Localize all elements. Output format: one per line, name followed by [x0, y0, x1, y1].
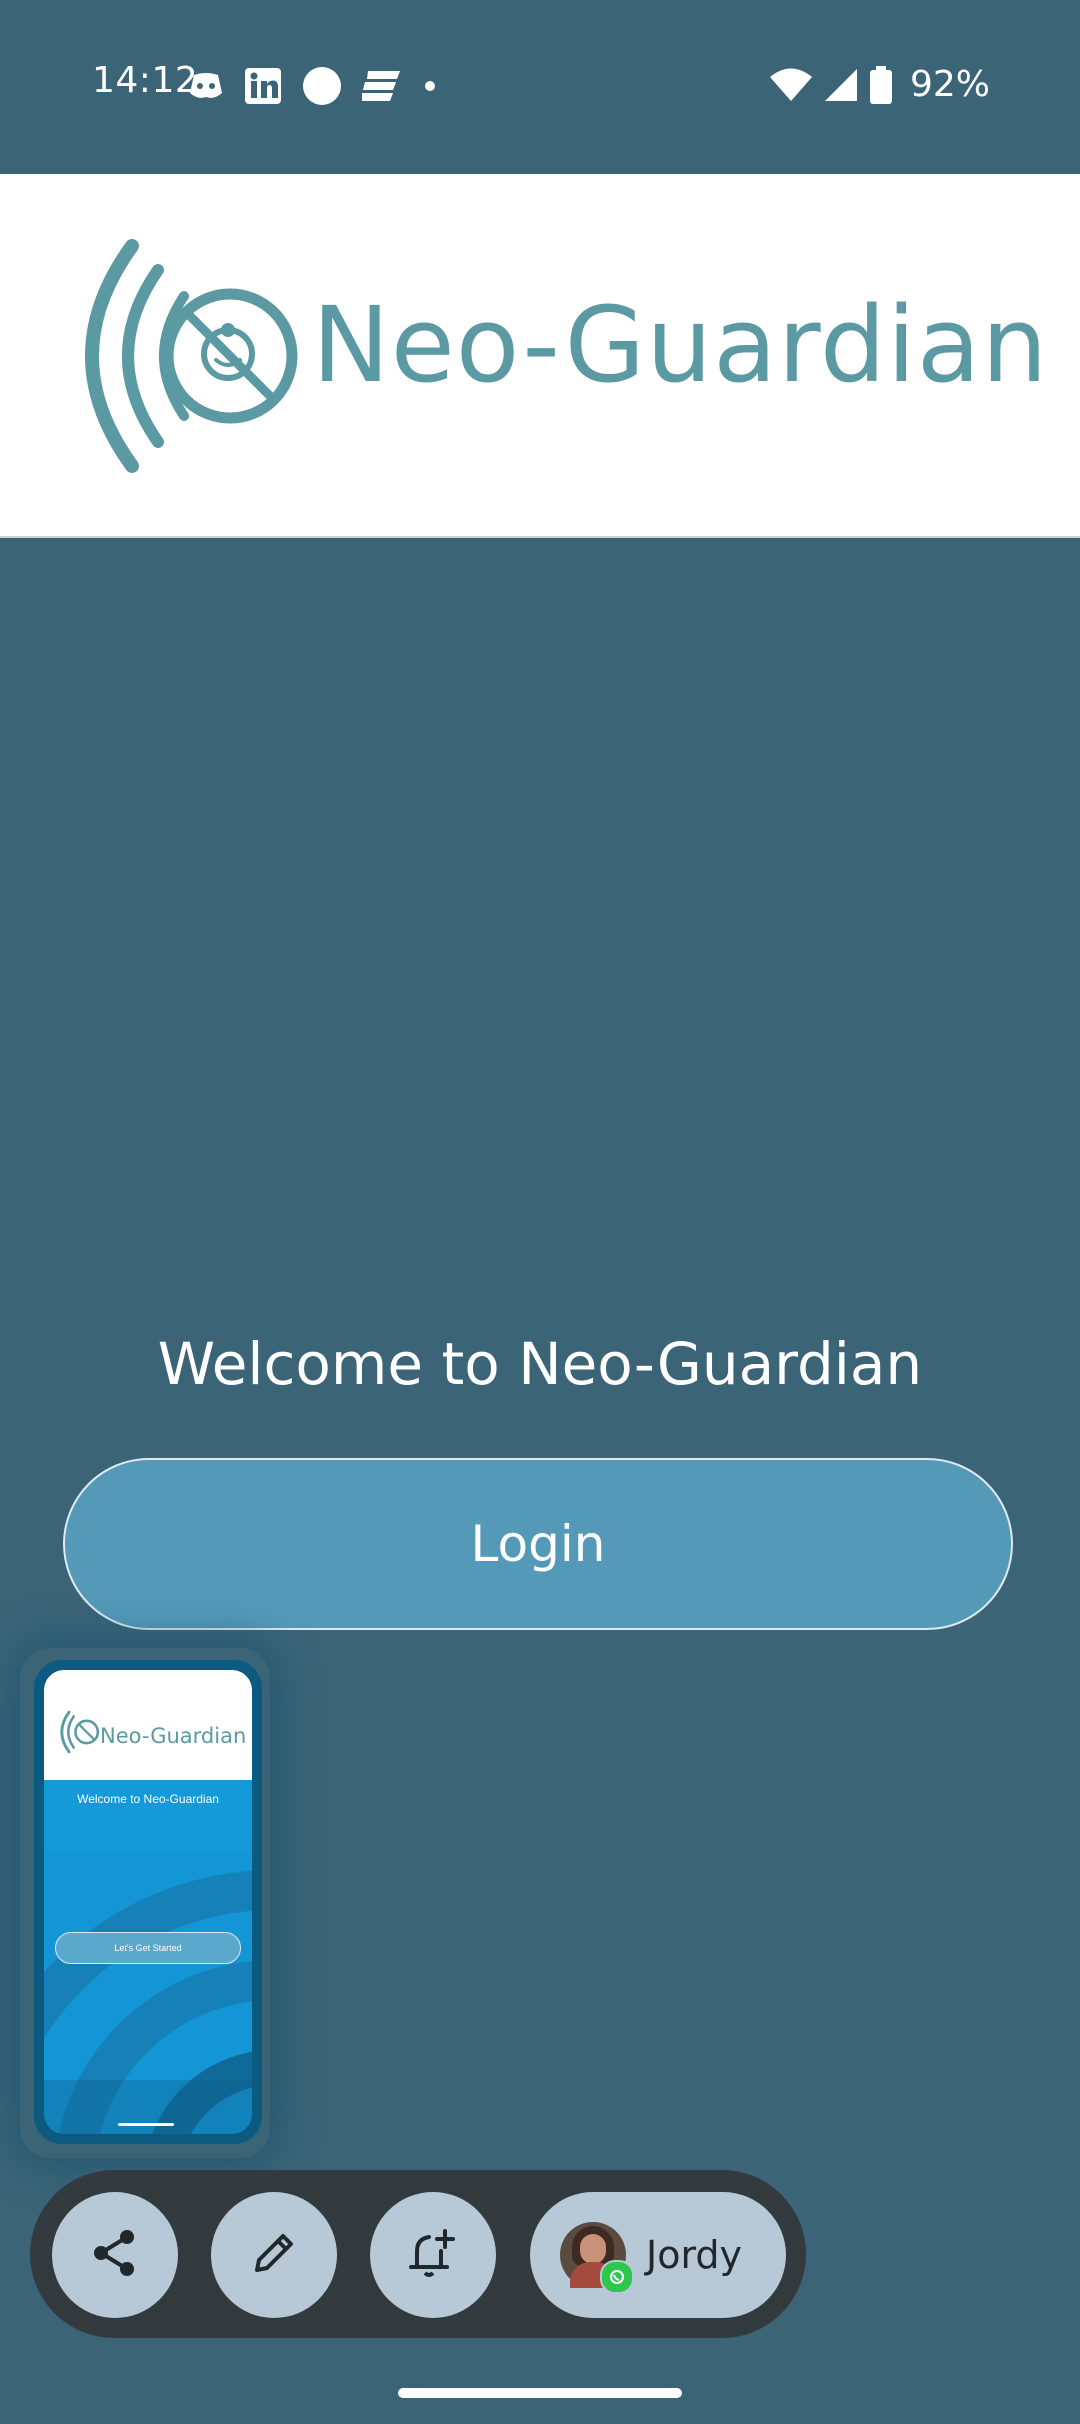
contact-name: Jordy	[646, 2233, 743, 2277]
preview-welcome-text: Welcome to Neo-Guardian	[77, 1792, 219, 1806]
login-button[interactable]: Login	[63, 1458, 1013, 1630]
gesture-nav-handle[interactable]	[398, 2388, 682, 2398]
bell-plus-icon	[405, 2225, 461, 2286]
reminder-button[interactable]	[370, 2192, 496, 2318]
share-icon	[89, 2227, 141, 2284]
system-icons: 92%	[769, 64, 990, 105]
linkedin-icon	[244, 67, 282, 105]
circle-app-icon	[302, 66, 342, 106]
preview-background-arcs	[44, 1850, 252, 2134]
avatar	[560, 2222, 634, 2294]
screenshot-preview[interactable]: Neo-Guardian Welcome to Neo-Guardian Let…	[34, 1660, 262, 2144]
share-to-contact-chip[interactable]: Jordy	[530, 2192, 786, 2318]
discord-icon	[188, 71, 224, 101]
wifi-icon	[769, 68, 812, 102]
app-logo-text: Neo-Guardian	[312, 284, 1049, 406]
preview-nav-handle	[118, 2123, 174, 2126]
screenshot-action-bar: Jordy	[30, 2170, 806, 2338]
screenshot-preview-content: Neo-Guardian Welcome to Neo-Guardian Let…	[44, 1670, 252, 2134]
battery-icon	[869, 65, 892, 104]
edit-button[interactable]	[211, 2192, 337, 2318]
preview-get-started-button: Let's Get Started	[55, 1932, 241, 1964]
status-time: 14:12	[92, 60, 199, 101]
neo-guardian-logo-icon	[62, 234, 302, 483]
preview-logo-icon	[56, 1710, 100, 1759]
signal-icon	[824, 68, 858, 102]
battery-percentage: 92%	[909, 64, 990, 105]
notification-icons	[188, 66, 438, 106]
status-bar: 14:12 92%	[0, 0, 1080, 174]
e-app-icon	[362, 69, 402, 103]
edit-icon	[249, 2228, 299, 2283]
welcome-heading: Welcome to Neo-Guardian	[157, 1330, 923, 1398]
share-button[interactable]	[52, 2192, 178, 2318]
whatsapp-icon	[600, 2260, 634, 2294]
logo-banner: Neo-Guardian	[0, 174, 1080, 538]
preview-logo-text: Neo-Guardian	[100, 1724, 247, 1748]
dot-icon	[422, 78, 438, 94]
